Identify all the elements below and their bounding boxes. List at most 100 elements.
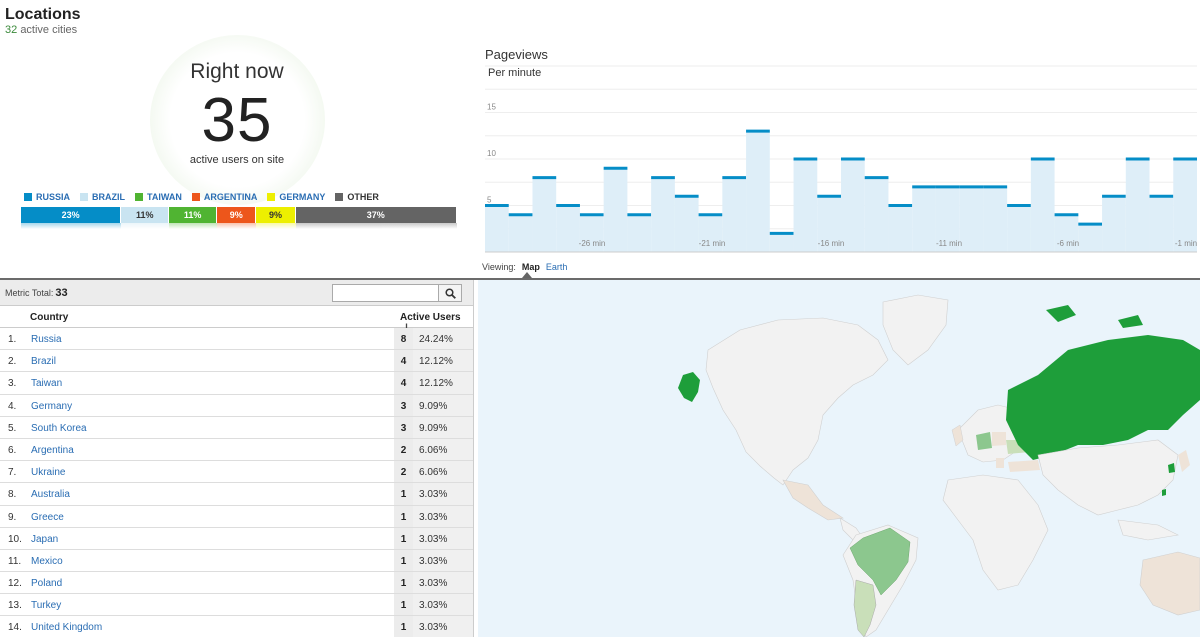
country-link[interactable]: Turkey: [31, 600, 61, 611]
country-link[interactable]: Germany: [31, 401, 72, 412]
active-users-percent: 3.03%: [413, 483, 473, 505]
map-view-tab[interactable]: Map: [522, 262, 540, 272]
table-row[interactable]: 1. Russia 8 24.24%: [0, 328, 473, 351]
row-index: 14.: [8, 622, 22, 634]
pageviews-bar: [959, 186, 984, 252]
share-segment-reflection: [256, 223, 296, 229]
realtime-locations-page: Locations 32 active cities Right now 35 …: [0, 0, 1200, 637]
country-link[interactable]: Brazil: [31, 356, 56, 367]
map-greece: [996, 458, 1004, 468]
country-link[interactable]: Russia: [31, 334, 62, 345]
table-row[interactable]: 7. Ukraine 2 6.06%: [0, 461, 473, 484]
table-row[interactable]: 11. Mexico 1 3.03%: [0, 549, 473, 573]
country-link[interactable]: United Kingdom: [31, 622, 102, 633]
viewing-toggle: Viewing: Map Earth: [482, 262, 567, 272]
pageviews-bar: [912, 186, 936, 252]
pageviews-bar: [485, 205, 509, 252]
right-now-label: Right now: [190, 60, 284, 83]
active-users-value: 4: [394, 350, 413, 372]
country-link[interactable]: Japan: [31, 534, 58, 545]
active-users-value: 1: [394, 572, 413, 594]
pageviews-bar: [888, 205, 913, 252]
active-users-value: 1: [394, 527, 413, 549]
share-segment: 23%: [21, 207, 122, 223]
country-link[interactable]: Australia: [31, 489, 70, 500]
legend-label: ARGENTINA: [203, 192, 258, 202]
active-users-value: 3: [394, 394, 413, 416]
legend-label: BRAZIL: [92, 192, 126, 202]
share-segment-reflection: [121, 223, 170, 229]
pageviews-bar: [722, 177, 747, 252]
active-cities-count: 32: [5, 24, 18, 36]
table-row[interactable]: 4. Germany 3 9.09%: [0, 394, 473, 417]
active-users-value: 1: [394, 483, 413, 505]
row-index: 2.: [8, 356, 17, 368]
map-turkey: [1008, 460, 1040, 472]
country-link[interactable]: South Korea: [31, 423, 87, 434]
active-users-percent: 12.12%: [413, 350, 473, 372]
share-segment: 11%: [121, 207, 170, 223]
row-index: 6.: [8, 444, 17, 456]
map-poland: [992, 432, 1006, 446]
pageviews-bar: [674, 196, 699, 252]
pageviews-bar: [864, 177, 889, 252]
pageviews-bar: [1030, 159, 1055, 252]
active-users-value: 8: [394, 328, 413, 350]
pageviews-bar: [769, 233, 794, 252]
legend-swatch: [335, 193, 344, 201]
pageviews-chart: 5 10 15 -26 min -21 min -16 min -11 min -6 min -…: [485, 65, 1197, 253]
x-tick-label: -21 min: [699, 239, 726, 248]
active-users-percent: 3.03%: [413, 527, 473, 549]
world-map[interactable]: [478, 280, 1200, 637]
country-link[interactable]: Mexico: [31, 556, 63, 567]
table-row[interactable]: 8. Australia 1 3.03%: [0, 483, 473, 506]
pageviews-bar: [746, 131, 770, 252]
pageviews-title: Pageviews: [485, 47, 548, 62]
x-tick-label: -6 min: [1057, 239, 1079, 248]
table-search-button[interactable]: [438, 284, 462, 302]
active-users-sublabel: active users on site: [189, 154, 285, 166]
viewing-label: Viewing:: [482, 262, 516, 272]
table-row[interactable]: 14. United Kingdom 1 3.03%: [0, 616, 473, 637]
table-row[interactable]: 12. Poland 1 3.03%: [0, 572, 473, 595]
legend-item-russia: RUSSIA: [24, 192, 70, 202]
pageviews-bar: [841, 159, 865, 252]
share-segment-reflection: [217, 223, 257, 229]
table-row[interactable]: 6. Argentina 2 6.06%: [0, 438, 473, 462]
x-tick-label: -11 min: [936, 239, 962, 248]
share-segment-reflection: [21, 223, 122, 229]
x-tick-label: -1 min: [1175, 239, 1197, 248]
table-row[interactable]: 2. Brazil 4 12.12%: [0, 350, 473, 373]
country-link[interactable]: Ukraine: [31, 467, 65, 478]
pageviews-bar: [1007, 205, 1031, 252]
pageviews-bar: [603, 168, 628, 252]
table-row[interactable]: 13. Turkey 1 3.03%: [0, 594, 473, 617]
country-link[interactable]: Poland: [31, 578, 62, 589]
legend-swatch: [24, 193, 32, 201]
active-users-value: 3: [394, 416, 413, 438]
table-row[interactable]: 3. Taiwan 4 12.12%: [0, 372, 473, 395]
pageviews-bar: [1078, 224, 1103, 252]
active-users-count: 35: [201, 86, 273, 155]
active-users-percent: 6.06%: [413, 461, 473, 483]
legend-label: TAIWAN: [147, 192, 182, 202]
legend-swatch: [191, 193, 200, 201]
country-link[interactable]: Taiwan: [31, 378, 62, 389]
search-icon: [444, 287, 456, 299]
legend-swatch: [80, 193, 89, 201]
country-column-header[interactable]: Country: [30, 312, 68, 323]
country-link[interactable]: Greece: [31, 512, 64, 523]
earth-view-tab[interactable]: Earth: [546, 262, 568, 272]
metric-total: Metric Total: 33: [5, 287, 68, 299]
country-table: Metric Total: 33 Country Active Users 1. R…: [0, 280, 474, 637]
table-row[interactable]: 9. Greece 1 3.03%: [0, 505, 473, 528]
legend-label: OTHER: [347, 192, 379, 202]
table-row[interactable]: 5. South Korea 3 9.09%: [0, 416, 473, 439]
pageviews-bar: [983, 186, 1008, 252]
country-link[interactable]: Argentina: [31, 445, 74, 456]
table-row[interactable]: 10. Japan 1 3.03%: [0, 527, 473, 550]
metric-total-value: 33: [55, 287, 68, 299]
y-tick-label: 15: [487, 103, 496, 112]
active-users-value: 1: [394, 616, 413, 637]
row-index: 13.: [8, 600, 22, 612]
